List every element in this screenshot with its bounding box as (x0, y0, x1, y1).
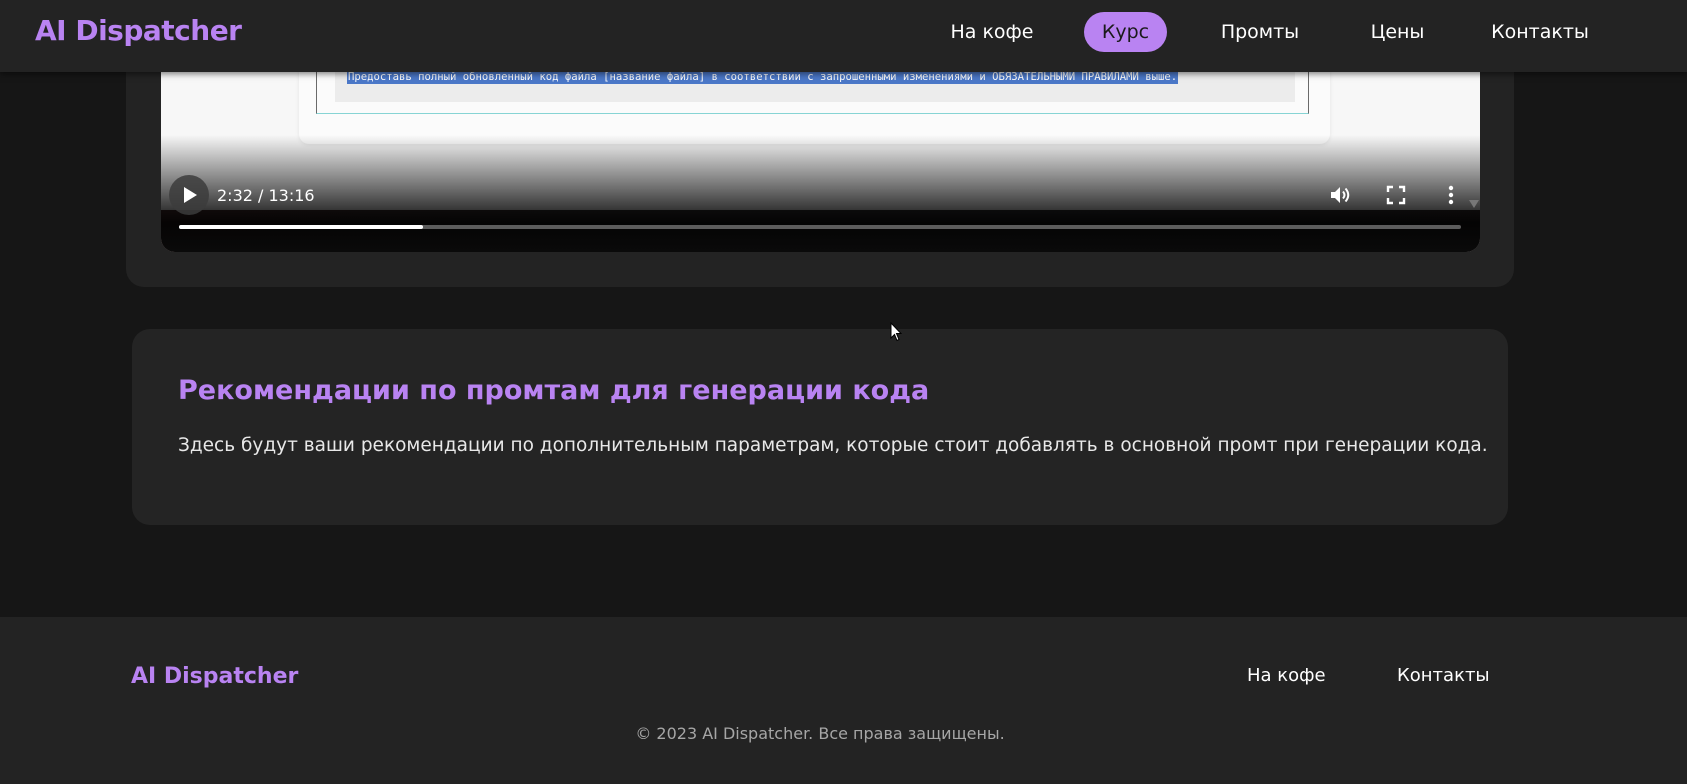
recommendations-title: Рекомендации по промтам для генерации ко… (178, 375, 930, 406)
play-button[interactable] (169, 175, 209, 215)
video-time: 2:32 / 13:16 (217, 186, 315, 205)
video-progress-bar[interactable] (179, 225, 1461, 229)
nav-item-contacts[interactable]: Контакты (1480, 12, 1600, 52)
nav-item-prices[interactable]: Цены (1360, 12, 1435, 52)
site-logo[interactable]: AI Dispatcher (35, 14, 242, 47)
video-controls-gradient (161, 135, 1480, 252)
video-frame-document: Предоставь полный обновленный код файла … (299, 60, 1330, 144)
footer: AI Dispatcher На кофе Контакты © 2023 AI… (0, 617, 1687, 784)
more-options-icon[interactable] (1439, 183, 1463, 207)
nav-item-prompts[interactable]: Промты (1210, 12, 1310, 52)
footer-link-contacts[interactable]: Контакты (1397, 665, 1490, 686)
scroll-down-icon (1469, 200, 1479, 208)
volume-icon[interactable] (1328, 183, 1352, 207)
footer-logo[interactable]: AI Dispatcher (131, 664, 298, 689)
page: AI Dispatcher На кофе Курс Промты Цены К… (0, 0, 1687, 784)
nav-item-course[interactable]: Курс (1084, 12, 1167, 52)
nav-item-coffee[interactable]: На кофе (938, 12, 1046, 52)
play-icon (184, 187, 197, 203)
copyright-text: © 2023 AI Dispatcher. Все права защищены… (635, 724, 1005, 743)
recommendations-text: Здесь будут ваши рекомендации по дополни… (178, 435, 1488, 456)
fullscreen-icon[interactable] (1384, 183, 1408, 207)
top-nav-bar: AI Dispatcher На кофе Курс Промты Цены К… (0, 0, 1687, 72)
video-progress-fill (179, 225, 423, 229)
footer-link-coffee[interactable]: На кофе (1247, 665, 1326, 686)
mouse-cursor-icon (890, 322, 902, 342)
video-frame-code-line: Предоставь полный обновленный код файла … (347, 70, 1179, 84)
recommendations-card: Рекомендации по промтам для генерации ко… (132, 329, 1508, 525)
